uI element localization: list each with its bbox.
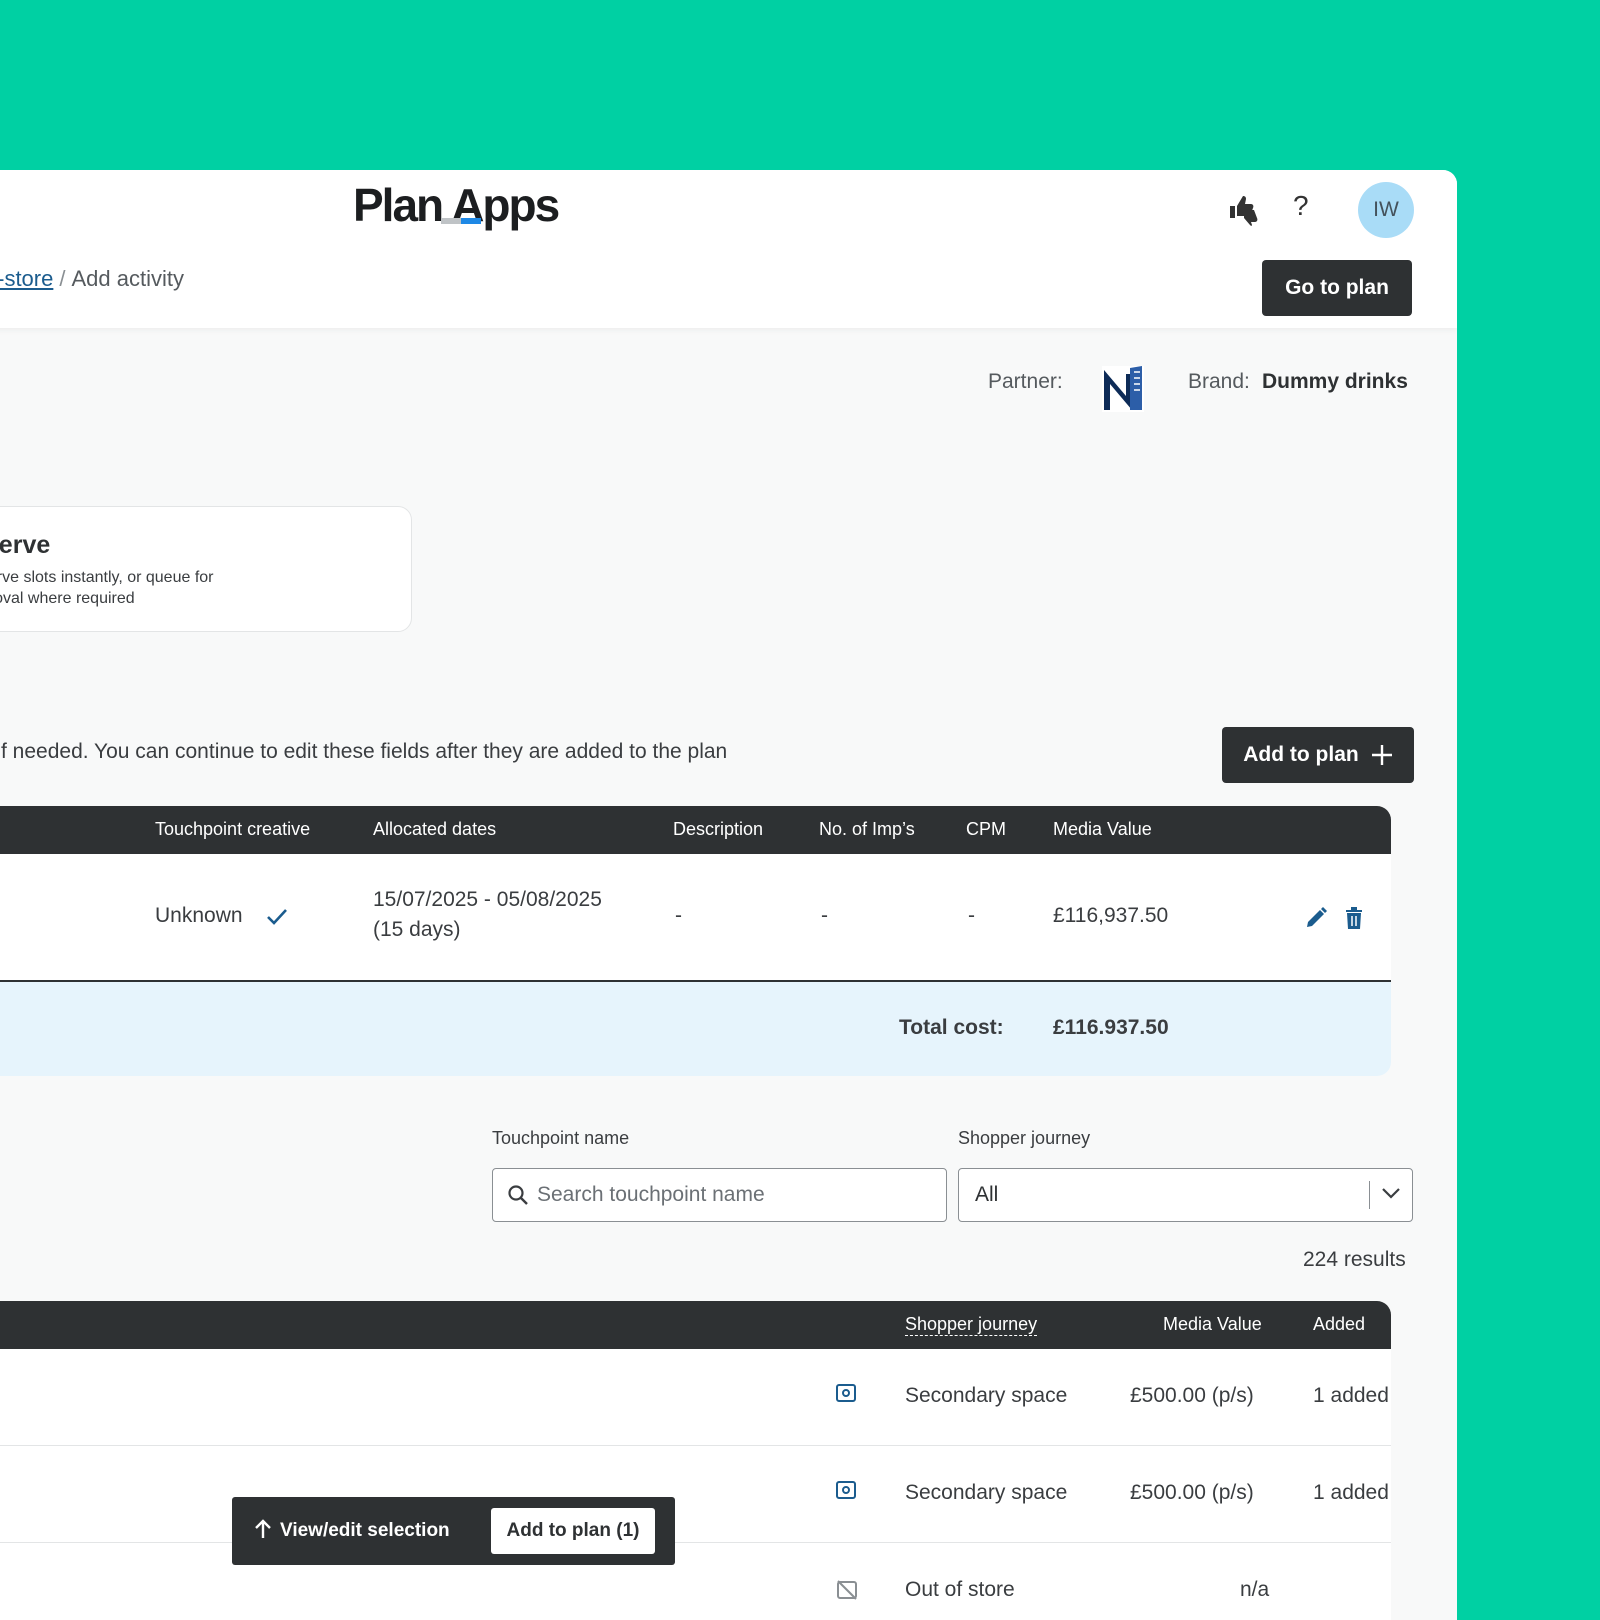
- selection-bar: View/edit selection Add to plan (1): [232, 1497, 675, 1565]
- cell-media-value: £500.00 (p/s): [1130, 1481, 1254, 1504]
- help-icon[interactable]: ?: [1293, 190, 1309, 222]
- selected-touchpoints-table: Touchpoint creative Allocated dates Desc…: [0, 806, 1391, 1076]
- cell-days: (15 days): [373, 918, 461, 941]
- cell-description: -: [675, 904, 682, 927]
- brand-label: Brand:: [1188, 370, 1250, 393]
- search-icon: [508, 1185, 528, 1205]
- results-count: 224 results: [1303, 1248, 1406, 1271]
- touchpoints-table: Shopper journey Media Value Added Second…: [0, 1301, 1391, 1620]
- cell-media-value: £500.00 (p/s): [1130, 1384, 1254, 1407]
- view-edit-selection-button[interactable]: View/edit selection: [254, 1519, 450, 1542]
- col-added: Added: [1313, 1314, 1366, 1334]
- card-title: eserve: [0, 531, 51, 559]
- app-window: Plan Apps ? IW in-store/Add activity Go …: [0, 170, 1457, 1620]
- partner-logo: [1102, 366, 1144, 417]
- partner-label: Partner:: [988, 370, 1063, 393]
- total-row: Total cost: £116.937.50: [0, 982, 1391, 1076]
- col-imps: No. of Imp’s: [819, 819, 915, 839]
- col-allocated-dates: Allocated dates: [373, 819, 497, 839]
- breadcrumb: in-store/Add activity: [0, 266, 184, 292]
- total-value: £116.937.50: [1053, 1016, 1169, 1039]
- brand-value: Dummy drinks: [1262, 370, 1408, 393]
- cell-imps: -: [821, 904, 828, 927]
- eye-icon[interactable]: [836, 1481, 856, 1499]
- cell-journey: Secondary space: [905, 1384, 1068, 1407]
- cell-media-value: n/a: [1240, 1578, 1270, 1601]
- cell-media-value: £116,937.50: [1053, 904, 1169, 927]
- pencil-icon[interactable]: [1304, 906, 1328, 930]
- breadcrumb-separator: /: [59, 266, 66, 291]
- go-to-plan-label: Go to plan: [1285, 276, 1389, 299]
- go-to-plan-button[interactable]: Go to plan: [1262, 260, 1412, 316]
- breadcrumb-link[interactable]: in-store: [0, 266, 53, 291]
- table-row[interactable]: Secondary space £500.00 (p/s) 1 added: [0, 1349, 1391, 1446]
- cell-dates: 15/07/2025 - 05/08/2025: [373, 888, 602, 911]
- table-row[interactable]: Out of store n/a: [0, 1543, 1391, 1620]
- shopper-journey-label: Shopper journey: [958, 1128, 1091, 1148]
- add-to-plan-label: Add to plan: [1243, 743, 1359, 766]
- reserve-option-card[interactable]: eserve eserve slots instantly, or queue …: [0, 506, 412, 632]
- plus-icon: [1371, 745, 1392, 765]
- app-logo[interactable]: Plan Apps: [353, 178, 560, 232]
- table-row: Unknown 15/07/2025 - 05/08/2025 (15 days…: [0, 854, 1391, 982]
- cell-added: 1 added: [1313, 1481, 1389, 1504]
- col-shopper-journey[interactable]: Shopper journey: [905, 1314, 1038, 1336]
- journey-selected-value: All: [975, 1183, 999, 1206]
- col-media-value: Media Value: [1053, 819, 1152, 839]
- trash-icon[interactable]: [1344, 906, 1364, 930]
- select-divider: [1369, 1181, 1370, 1209]
- logo-bar: [441, 218, 481, 224]
- col-media-value: Media Value: [1163, 1314, 1262, 1334]
- total-label: Total cost:: [899, 1016, 1004, 1039]
- check-icon: [267, 909, 287, 925]
- arrow-up-icon: [255, 1519, 271, 1538]
- add-to-plan-count-label: Add to plan (1): [506, 1520, 640, 1541]
- eye-icon[interactable]: [836, 1384, 856, 1402]
- add-to-plan-count-button[interactable]: Add to plan (1): [491, 1508, 655, 1554]
- touchpoint-search-input[interactable]: Search touchpoint name: [492, 1168, 947, 1222]
- app-header: Plan Apps ? IW in-store/Add activity Go …: [0, 170, 1457, 328]
- thumbs-up-down-icon[interactable]: [1228, 192, 1264, 233]
- avatar[interactable]: IW: [1358, 182, 1414, 238]
- breadcrumb-current: Add activity: [71, 266, 184, 291]
- table-row[interactable]: Secondary space £500.00 (p/s) 1 added: [0, 1446, 1391, 1543]
- col-description: Description: [673, 819, 764, 839]
- add-to-plan-button[interactable]: Add to plan: [1222, 727, 1414, 783]
- card-description: eserve slots instantly, or queue for ppr…: [0, 569, 214, 607]
- col-touchpoint-creative: Touchpoint creative: [155, 819, 311, 839]
- search-placeholder: Search touchpoint name: [537, 1183, 765, 1206]
- cell-added: 1 added: [1313, 1384, 1389, 1407]
- eye-off-icon[interactable]: [836, 1579, 858, 1601]
- cell-journey: Secondary space: [905, 1481, 1068, 1504]
- view-edit-label: View/edit selection: [280, 1520, 450, 1541]
- instruction-text: s if needed. You can continue to edit th…: [0, 740, 728, 763]
- cell-journey: Out of store: [905, 1578, 1015, 1601]
- col-cpm: CPM: [966, 819, 1006, 839]
- avatar-initials: IW: [1373, 198, 1399, 221]
- cell-cpm: -: [968, 904, 975, 927]
- table-header: Touchpoint creative Allocated dates Desc…: [0, 806, 1391, 854]
- shopper-journey-select[interactable]: All: [958, 1168, 1413, 1222]
- cell-creative: Unknown: [155, 904, 243, 927]
- table-header: Shopper journey Media Value Added: [0, 1301, 1391, 1349]
- touchpoint-name-label: Touchpoint name: [492, 1128, 630, 1148]
- chevron-down-icon: [1382, 1188, 1400, 1199]
